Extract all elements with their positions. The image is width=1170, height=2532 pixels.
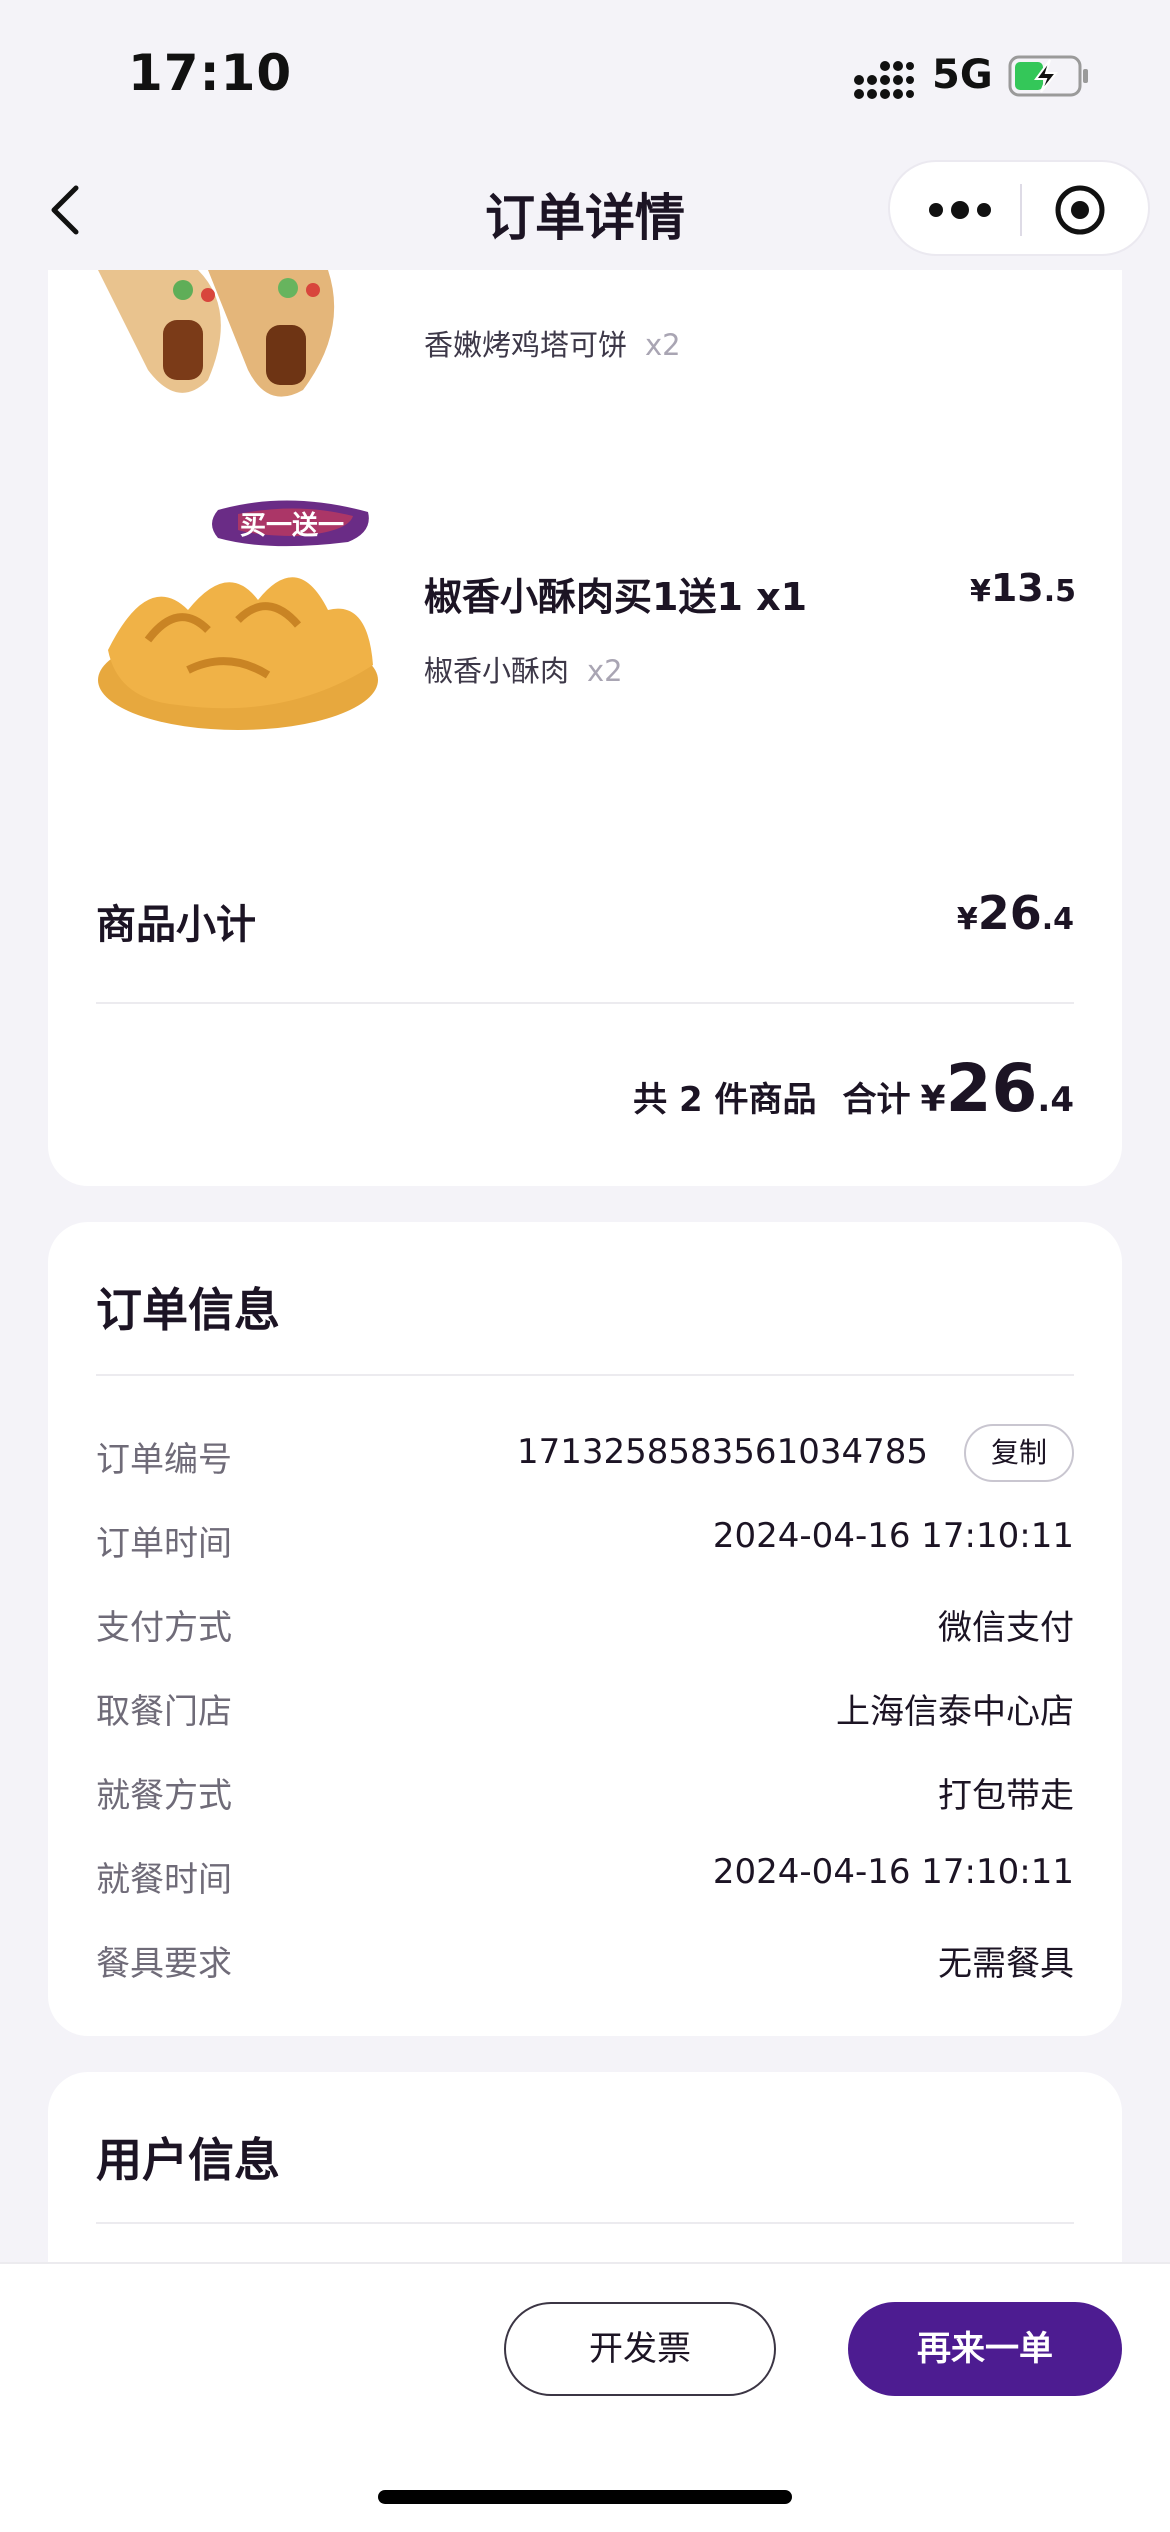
invoice-button[interactable]: 开发票 xyxy=(504,2302,776,2396)
capsule-divider xyxy=(1020,184,1022,236)
info-label: 订单时间 xyxy=(96,1524,232,1564)
order-info-card: 订单信息 订单编号 1713258583561034785 复制 订单时间 20… xyxy=(48,1222,1122,2036)
divider xyxy=(96,2222,1074,2224)
product-name: 椒香小酥肉买1送1 x1 xyxy=(424,575,808,619)
info-value: 2024-04-16 17:10:11 xyxy=(712,1516,1074,1556)
total-integer: 26 xyxy=(945,1050,1038,1127)
product-sub-qty: x2 xyxy=(587,654,623,688)
product-sub-qty: x2 xyxy=(645,328,681,362)
status-time: 17:10 xyxy=(128,44,293,102)
info-label: 支付方式 xyxy=(96,1608,232,1648)
nav-bar: 订单详情 xyxy=(0,150,1170,270)
info-value: 无需餐具 xyxy=(938,1944,1074,1984)
subtotal-integer: 26 xyxy=(977,886,1042,940)
total-value: ¥26.4 xyxy=(921,1050,1075,1127)
product-price: ¥13.5 xyxy=(970,566,1076,610)
info-row-dining-time: 就餐时间 2024-04-16 17:10:11 xyxy=(96,1844,1074,1904)
info-label: 就餐时间 xyxy=(96,1860,232,1900)
info-label: 取餐门店 xyxy=(96,1692,232,1732)
promo-badge: 买一送一 xyxy=(240,511,344,541)
total-symbol: ¥ xyxy=(920,1079,946,1120)
subtotal-label: 商品小计 xyxy=(96,902,256,948)
network-label: 5G xyxy=(932,52,993,98)
subtotal-symbol: ¥ xyxy=(956,902,978,937)
product-sub-text: 椒香小酥肉 x2 xyxy=(424,648,623,690)
divider xyxy=(96,1002,1074,1004)
order-number-value: 1713258583561034785 xyxy=(516,1432,928,1472)
battery-charging-icon xyxy=(1008,55,1088,97)
subtotal-value: ¥26.4 xyxy=(957,886,1074,940)
signal-icon xyxy=(854,61,914,99)
info-row-order-number: 订单编号 1713258583561034785 复制 xyxy=(96,1424,1074,1484)
status-bar: 17:10 5G xyxy=(0,0,1170,150)
copy-button[interactable]: 复制 xyxy=(964,1424,1074,1482)
price-symbol: ¥ xyxy=(969,574,991,609)
order-info-title: 订单信息 xyxy=(96,1283,280,1337)
reorder-button[interactable]: 再来一单 xyxy=(848,2302,1122,2396)
chicken-wrap-image xyxy=(98,270,335,397)
info-label: 餐具要求 xyxy=(96,1944,232,1984)
info-value: 微信支付 xyxy=(938,1608,1074,1648)
total-label: 合计 xyxy=(842,1080,911,1120)
info-row-store: 取餐门店 上海信泰中心店 xyxy=(96,1676,1074,1736)
price-integer: 13 xyxy=(990,566,1044,610)
info-row-payment: 支付方式 微信支付 xyxy=(96,1592,1074,1652)
info-row-order-time: 订单时间 2024-04-16 17:10:11 xyxy=(96,1508,1074,1568)
product-sub-name: 香嫩烤鸡塔可饼 xyxy=(424,328,628,362)
info-row-dining-method: 就餐方式 打包带走 xyxy=(96,1760,1074,1820)
target-icon[interactable] xyxy=(1054,184,1106,236)
mini-program-capsule xyxy=(888,160,1150,256)
user-info-title: 用户信息 xyxy=(96,2133,280,2187)
info-value: 2024-04-16 17:10:11 xyxy=(712,1852,1074,1892)
total-row: 共 2 件商品 合计 ¥26.4 xyxy=(633,1050,1074,1127)
info-label: 订单编号 xyxy=(96,1440,232,1480)
home-indicator xyxy=(378,2490,792,2504)
product-sub-text: 香嫩烤鸡塔可饼 x2 xyxy=(424,322,681,364)
product-sub-name: 椒香小酥肉 xyxy=(424,654,570,688)
info-row-cutlery: 餐具要求 无需餐具 xyxy=(96,1928,1074,1988)
subtotal-decimal: .4 xyxy=(1041,902,1074,937)
info-value: 上海信泰中心店 xyxy=(836,1692,1074,1732)
info-label: 就餐方式 xyxy=(96,1776,232,1816)
more-icon[interactable] xyxy=(922,188,1002,232)
total-decimal: .4 xyxy=(1037,1080,1074,1120)
products-card: 香嫩烤鸡塔可饼 x2 买一送一 椒香小酥肉买1送1 x1 ¥13.5 椒香小酥肉 x… xyxy=(48,270,1122,1186)
crispy-pork-image: 买一送一 xyxy=(98,500,378,730)
info-value: 打包带走 xyxy=(938,1776,1074,1816)
bottom-action-bar: 开发票 再来一单 xyxy=(0,2262,1170,2532)
price-decimal: .5 xyxy=(1043,574,1076,609)
divider xyxy=(96,1374,1074,1376)
item-count: 共 2 件商品 xyxy=(633,1080,817,1120)
